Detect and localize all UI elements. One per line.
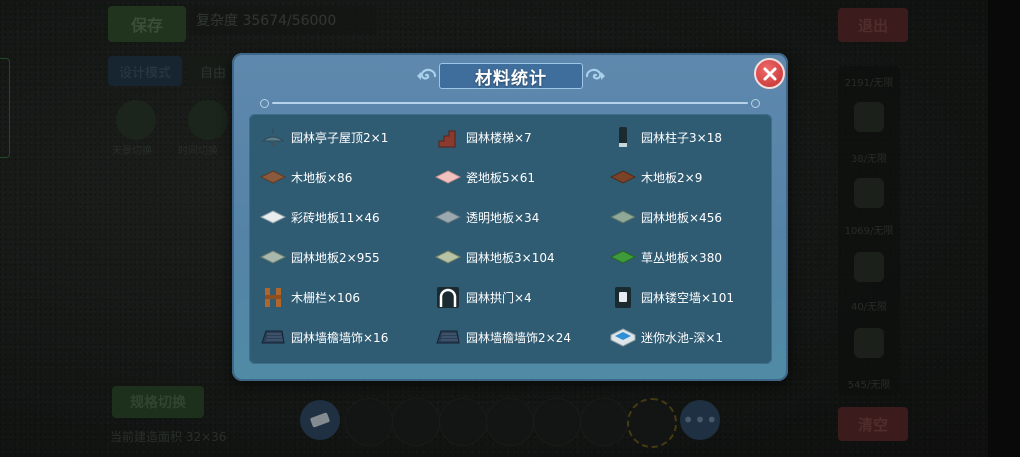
garden-floor-icon xyxy=(609,203,637,231)
list-item: 园林拱门×4 xyxy=(434,282,604,312)
list-item: 园林地板3×104 xyxy=(434,242,604,272)
garden-floor-2-icon xyxy=(259,243,287,271)
color-tile-floor-icon xyxy=(259,203,287,231)
porcelain-floor-icon xyxy=(434,163,462,191)
item-label: 园林拱门×4 xyxy=(466,290,532,305)
item-label: 园林地板3×104 xyxy=(466,250,555,265)
list-item: 园林地板×456 xyxy=(609,202,779,232)
wall-eave-2-icon xyxy=(434,323,462,351)
list-item: 园林楼梯×7 xyxy=(434,122,604,152)
list-item: 园林亭子屋顶2×1 xyxy=(259,122,429,152)
list-item: 草丛地板×380 xyxy=(609,242,779,272)
item-label: 园林墙檐墙饰2×24 xyxy=(466,330,571,345)
item-label: 透明地板×34 xyxy=(466,210,540,225)
wood-floor-icon xyxy=(259,163,287,191)
garden-lattice-wall-icon xyxy=(609,283,637,311)
list-item: 园林镂空墙×101 xyxy=(609,282,779,312)
item-label: 木栅栏×106 xyxy=(291,290,360,305)
wall-eave-icon xyxy=(259,323,287,351)
dialog-title: 材料统计 xyxy=(475,68,547,89)
item-label: 迷你水池-深×1 xyxy=(641,330,724,345)
dialog-title-banner: 材料统计 xyxy=(415,61,607,91)
item-label: 草丛地板×380 xyxy=(641,250,722,265)
swirl-ornament-icon xyxy=(585,68,605,80)
list-item: 透明地板×34 xyxy=(434,202,604,232)
item-label: 园林亭子屋顶2×1 xyxy=(291,130,389,145)
glass-floor-icon xyxy=(434,203,462,231)
mini-pool-icon xyxy=(609,323,637,351)
list-item: 木栅栏×106 xyxy=(259,282,429,312)
list-item: 彩砖地板11×46 xyxy=(259,202,429,232)
list-item: 园林墙檐墙饰×16 xyxy=(259,322,429,352)
list-item: 园林墙檐墙饰2×24 xyxy=(434,322,604,352)
wood-floor-2-icon xyxy=(609,163,637,191)
item-label: 园林镂空墙×101 xyxy=(641,290,734,305)
close-button[interactable] xyxy=(754,58,785,89)
item-label: 彩砖地板11×46 xyxy=(291,210,380,225)
list-item: 园林柱子3×18 xyxy=(609,122,779,152)
garden-stairs-icon xyxy=(434,123,462,151)
list-item: 园林地板2×955 xyxy=(259,242,429,272)
wood-fence-icon xyxy=(259,283,287,311)
item-label: 园林柱子3×18 xyxy=(641,130,722,145)
list-item: 瓷地板5×61 xyxy=(434,162,604,192)
list-item: 迷你水池-深×1 xyxy=(609,322,779,352)
garden-arch-icon xyxy=(434,283,462,311)
item-label: 木地板×86 xyxy=(291,170,353,185)
material-list: 园林亭子屋顶2×1 园林楼梯×7 园林柱子3×18 木地板×86 瓷地板5×61… xyxy=(249,114,772,364)
grass-floor-icon xyxy=(609,243,637,271)
item-label: 园林楼梯×7 xyxy=(466,130,532,145)
pavilion-roof-icon xyxy=(259,123,287,151)
close-icon xyxy=(763,67,776,80)
list-item: 木地板2×9 xyxy=(609,162,779,192)
item-label: 园林地板2×955 xyxy=(291,250,380,265)
list-item: 木地板×86 xyxy=(259,162,429,192)
material-stats-dialog: 材料统计 园林亭子屋顶2×1 园林楼梯×7 园林柱子3×18 木地板×86 瓷地… xyxy=(232,53,788,381)
garden-pillar-icon xyxy=(609,123,637,151)
swirl-ornament-icon xyxy=(417,68,437,80)
item-label: 园林地板×456 xyxy=(641,210,722,225)
item-label: 木地板2×9 xyxy=(641,170,703,185)
item-label: 瓷地板5×61 xyxy=(466,170,535,185)
title-divider xyxy=(260,99,760,108)
item-label: 园林墙檐墙饰×16 xyxy=(291,330,389,345)
garden-floor-3-icon xyxy=(434,243,462,271)
